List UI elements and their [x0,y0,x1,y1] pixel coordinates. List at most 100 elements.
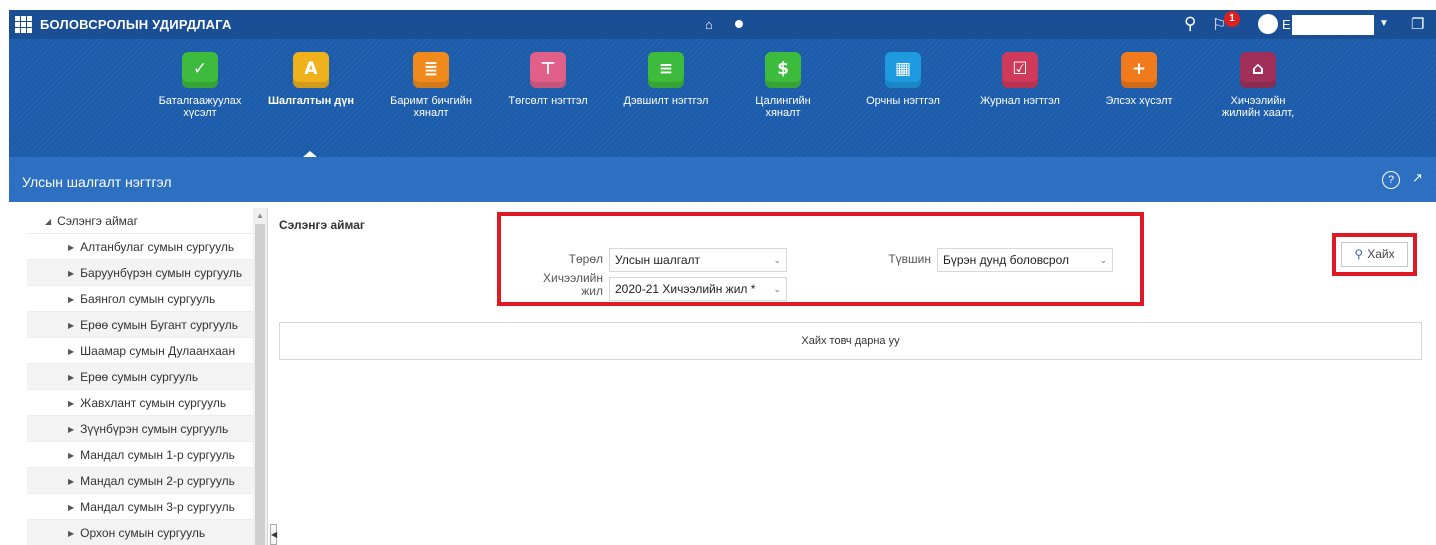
nav-item-year-closing[interactable]: ⌂ Хичээлийн жилийн хаалт, [1198,52,1318,119]
filter-highlight-box: Төрөл Улсын шалгалт ⌄ Хичээлийн жил 2020… [497,212,1144,306]
tree-item[interactable]: ▶ Ерөө сумын Бугант сургууль [27,312,267,338]
school-tree: ◢ Сэлэнгэ аймаг ▶ Алтанбулаг сумын сургуул… [27,208,268,545]
nav-tile-graduation-icon: ⊤ [530,52,566,88]
collapsed-triangle-icon[interactable]: ▶ [68,503,74,512]
search-icon[interactable]: ⚲ [1184,14,1196,34]
nav-item-journal-summary[interactable]: ☑ Журнал нэгтгэл [960,52,1080,107]
chevron-down-icon: ⌄ [773,255,781,265]
tree-item[interactable]: ▶ Мандал сумын 2-р сургууль [27,468,267,494]
nav-tile-year-closing-icon: ⌂ [1240,52,1276,88]
expanded-triangle-icon[interactable]: ◢ [45,217,51,226]
nav-label-line: хүсэлт [183,107,217,119]
user-name[interactable]: E [1282,17,1291,32]
tree-item-label: Алтанбулаг сумын сургууль [80,240,235,254]
collapsed-triangle-icon[interactable]: ▶ [68,269,74,278]
tree-item[interactable]: ▶ Шаамар сумын Дулаанхаан [27,338,267,364]
tree-item[interactable]: ▶ Алтанбулаг сумын сургууль [27,234,267,260]
section-header: Улсын шалгалт нэгтгэл ? ↗ [9,157,1436,202]
nav-item-exam-results[interactable]: A Шалгалтын дүн [251,52,371,107]
app-title: БОЛОВСРОЛЫН УДИРДЛАГА [40,17,232,32]
nav-label: Хичээлийн жилийн хаалт, [1198,95,1318,119]
search-highlight-box: ⚲ Хайх [1332,233,1417,276]
nav-label: Дэвшилт нэгтгэл [606,95,726,107]
tree-item-label: Баруунбүрэн сумын сургууль [80,266,243,280]
scroll-thumb[interactable] [255,224,265,545]
nav-label-line: Элсэх хүсэлт [1105,95,1173,107]
type-label: Төрөл [568,252,603,266]
nav-label-line: хяналт [413,107,449,119]
collapsed-triangle-icon[interactable]: ▶ [68,243,74,252]
nav-item-confirm-request[interactable]: ✓ Баталгаажуулах хүсэлт [140,52,260,119]
tree-item-label: Жавхлант сумын сургууль [80,396,227,410]
nav-label: Журнал нэгтгэл [960,95,1080,107]
collapsed-triangle-icon[interactable]: ▶ [68,477,74,486]
main-title: Сэлэнгэ аймаг [279,218,365,232]
windows-icon[interactable]: ❐ [1411,15,1424,33]
nav-item-promotion-summary[interactable]: ≡ Дэвшилт нэгтгэл [606,52,726,107]
tree-item[interactable]: ▶ Баруунбүрэн сумын сургууль [27,260,267,286]
user-name-redacted [1292,15,1374,35]
collapsed-triangle-icon[interactable]: ▶ [68,295,74,304]
tree-item[interactable]: ▶ Жавхлант сумын сургууль [27,390,267,416]
tree-scrollbar[interactable]: ▲ [253,208,267,545]
nav-item-salary-control[interactable]: $ Цалингийн хяналт [723,52,843,119]
tree-item-label: Мандал сумын 1-р сургууль [80,448,235,462]
year-label-line: жил [581,284,603,298]
nav-item-environment-summary[interactable]: ▦ Орчны нэгтгэл [843,52,963,107]
page-indicator-dot-icon[interactable] [735,20,743,28]
collapsed-triangle-icon[interactable]: ▶ [68,399,74,408]
nav-label: Баримт бичгийн хяналт [371,95,491,119]
nav-glyph: ≡ [658,59,674,79]
content-panel: ◢ Сэлэнгэ аймаг ▶ Алтанбулаг сумын сургуул… [9,202,1436,545]
collapse-panel-icon[interactable]: ◀ [270,524,277,545]
collapsed-triangle-icon[interactable]: ▶ [68,451,74,460]
apps-grid-icon[interactable] [15,16,32,33]
nav-item-admission-request[interactable]: + Элсэх хүсэлт [1079,52,1199,107]
collapsed-triangle-icon[interactable]: ▶ [68,425,74,434]
collapsed-triangle-icon[interactable]: ▶ [68,373,74,382]
level-select-value: Бүрэн дунд боловсрол [943,253,1070,267]
tree-item[interactable]: ▶ Мандал сумын 1-р сургууль [27,442,267,468]
chevron-down-icon: ⌄ [773,284,781,294]
nav-label-line: Орчны нэгтгэл [866,95,940,107]
level-select[interactable]: Бүрэн дунд боловсрол ⌄ [937,248,1113,272]
tree-item[interactable]: ▶ Баянгол сумын сургууль [27,286,267,312]
nav-tile-document-icon: ≣ [413,52,449,88]
scroll-up-icon[interactable]: ▲ [256,211,264,220]
collapsed-triangle-icon[interactable]: ▶ [68,529,74,538]
collapsed-triangle-icon[interactable]: ▶ [68,321,74,330]
avatar[interactable] [1258,14,1278,34]
nav-tile-journal-icon: ☑ [1002,52,1038,88]
tree-item[interactable]: ▶ Орхон сумын сургууль [27,520,267,545]
nav-label-line: Цалингийн [755,95,811,107]
year-label: Хичээлийн жил [531,272,603,298]
user-menu-caret-icon[interactable]: ▼ [1379,18,1389,29]
nav-label-line: Дэвшилт нэгтгэл [623,95,709,107]
nav-label-line: жилийн хаалт, [1221,107,1295,119]
tree-root-item[interactable]: ◢ Сэлэнгэ аймаг [27,208,267,234]
tree-item-label: Ерөө сумын сургууль [80,370,199,384]
type-select-value: Улсын шалгалт [615,253,700,267]
nav-item-graduation-summary[interactable]: ⊤ Төгсөлт нэгтгэл [488,52,608,107]
search-button[interactable]: ⚲ Хайх [1341,242,1408,267]
tree-item-label: Шаамар сумын Дулаанхаан [80,344,236,358]
tree-item[interactable]: ▶ Мандал сумын 3-р сургууль [27,494,267,520]
type-select[interactable]: Улсын шалгалт ⌄ [609,248,787,272]
tree-item-label: Баянгол сумын сургууль [80,292,216,306]
collapsed-triangle-icon[interactable]: ▶ [68,347,74,356]
year-select[interactable]: 2020-21 Хичээлийн жил * ⌄ [609,277,787,301]
chevron-down-icon: ⌄ [1099,255,1107,265]
nav-tile-promotion-icon: ≡ [648,52,684,88]
nav-label-line: Журнал нэгтгэл [980,95,1060,107]
help-icon[interactable]: ? [1382,171,1400,189]
magnifier-icon: ⚲ [1354,247,1364,261]
tree-item[interactable]: ▶ Зүүнбүрэн сумын сургууль [27,416,267,442]
nav-item-document-control[interactable]: ≣ Баримт бичгийн хяналт [371,52,491,119]
tree-item-label: Ерөө сумын Бугант сургууль [80,318,238,332]
tree-item[interactable]: ▶ Ерөө сумын сургууль [27,364,267,390]
expand-icon[interactable]: ↗ [1412,170,1423,186]
home-icon[interactable]: ⌂ [705,17,713,32]
nav-label-line: Баталгаажуулах [158,95,242,107]
app-navigation: ✓ Баталгаажуулах хүсэлт A Шалгалтын дүн ≣… [9,39,1436,157]
nav-label: Цалингийн хяналт [723,95,843,119]
